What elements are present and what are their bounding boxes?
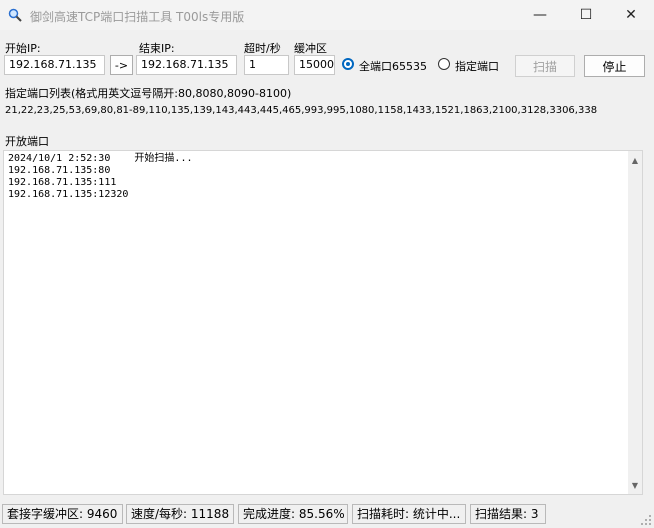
- specified-ports-label: 指定端口: [455, 60, 499, 73]
- open-ports-label: 开放端口: [5, 135, 49, 148]
- specified-ports-radio[interactable]: 指定端口: [438, 58, 508, 73]
- scan-button[interactable]: 扫描: [515, 55, 575, 77]
- timeout-label: 超时/秒: [244, 42, 281, 55]
- all-ports-label: 全端口65535: [359, 60, 427, 73]
- window-title: 御剑高速TCP端口扫描工具 T00ls专用版: [30, 10, 245, 24]
- open-ports-log-text: 2024/10/1 2:52:30 开始扫描... 192.168.71.135…: [8, 153, 193, 200]
- port-list-input[interactable]: 21,22,23,25,53,69,80,81-89,110,135,139,1…: [5, 104, 645, 120]
- radio-unselected-icon: [438, 58, 450, 70]
- status-progress: 完成进度: 85.56%: [238, 504, 348, 524]
- status-buffer: 套接字缓冲区: 9460: [2, 504, 123, 524]
- end-ip-label: 结束IP:: [139, 42, 175, 55]
- start-ip-input[interactable]: 192.168.71.135: [4, 55, 105, 75]
- maximize-button[interactable]: ☐: [563, 0, 609, 30]
- scroll-up-arrow-icon[interactable]: ▲: [628, 153, 642, 167]
- close-button[interactable]: ✕: [608, 0, 654, 30]
- magnifier-icon: [8, 8, 22, 22]
- radio-selected-icon: [342, 58, 354, 70]
- scroll-down-arrow-icon[interactable]: ▼: [628, 478, 642, 492]
- all-ports-radio[interactable]: 全端口65535: [342, 58, 427, 73]
- resize-grip-icon[interactable]: [640, 514, 652, 526]
- port-list-label: 指定端口列表(格式用英文逗号隔开:80,8080,8090-8100): [5, 87, 292, 100]
- status-speed: 速度/每秒: 11188: [126, 504, 234, 524]
- open-ports-log[interactable]: 2024/10/1 2:52:30 开始扫描... 192.168.71.135…: [3, 150, 643, 495]
- timeout-input[interactable]: 1: [244, 55, 289, 75]
- title-bar[interactable]: 御剑高速TCP端口扫描工具 T00ls专用版 — ☐ ✕: [0, 0, 654, 30]
- minimize-button[interactable]: —: [517, 0, 563, 30]
- copy-ip-button[interactable]: ->: [110, 55, 133, 75]
- maximize-icon: ☐: [579, 7, 593, 23]
- status-bar: 套接字缓冲区: 9460 速度/每秒: 11188 完成进度: 85.56% 扫…: [0, 502, 654, 528]
- status-elapsed: 扫描耗时: 统计中...: [352, 504, 466, 524]
- stop-button[interactable]: 停止: [584, 55, 645, 77]
- log-scrollbar[interactable]: ▲ ▼: [628, 151, 642, 494]
- status-results: 扫描结果: 3: [470, 504, 546, 524]
- close-icon: ✕: [625, 7, 637, 23]
- minimize-icon: —: [533, 7, 547, 23]
- buffer-input[interactable]: 15000: [294, 55, 335, 75]
- end-ip-input[interactable]: 192.168.71.135: [136, 55, 237, 75]
- buffer-label: 缓冲区: [294, 42, 327, 55]
- start-ip-label: 开始IP:: [5, 42, 41, 55]
